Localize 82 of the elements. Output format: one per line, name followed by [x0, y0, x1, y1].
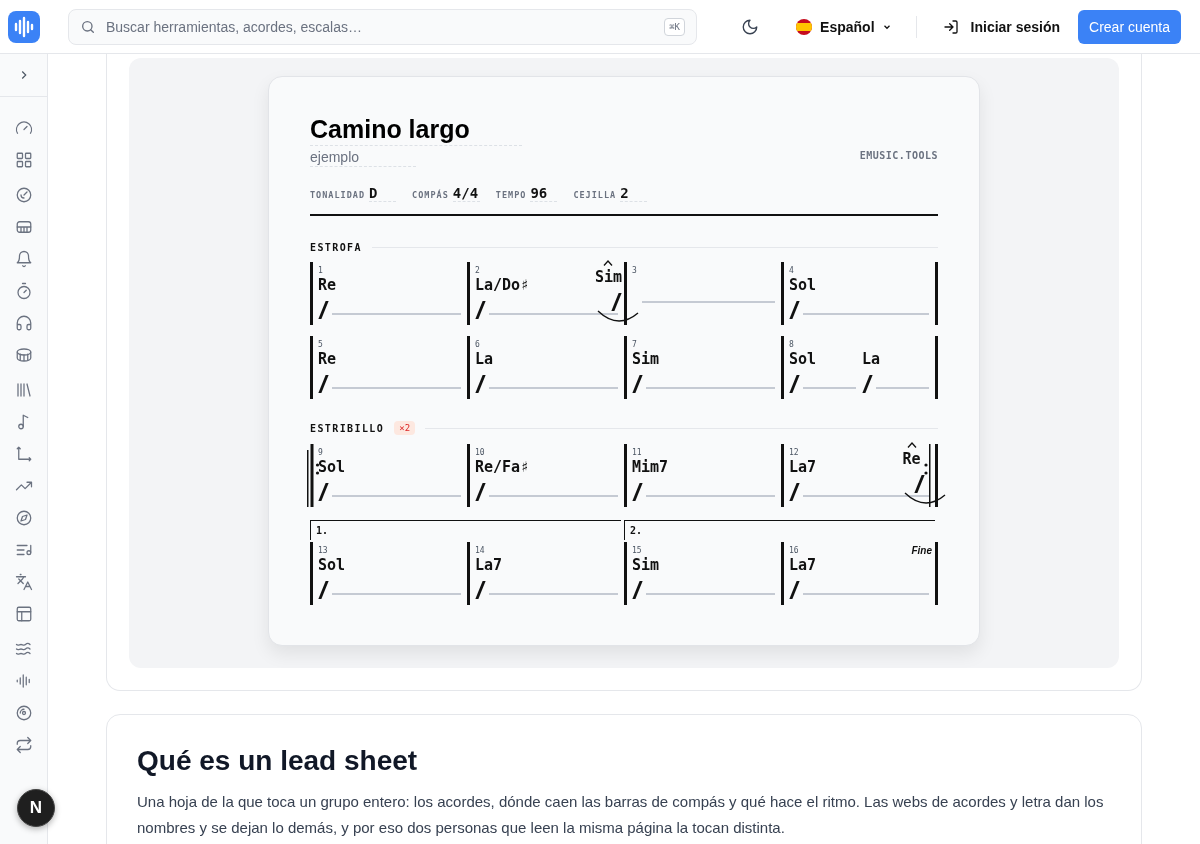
measure-number: 9 — [318, 447, 323, 458]
translate-icon[interactable] — [14, 573, 33, 591]
accent-icon — [603, 260, 614, 266]
chord-name: Sol — [789, 350, 818, 370]
ending-bracket: 2. — [624, 520, 935, 540]
field-value[interactable]: 96 — [530, 185, 558, 202]
waves-icon[interactable] — [14, 640, 33, 658]
login-button[interactable]: Iniciar sesión — [938, 14, 1065, 39]
measure-number: 5 — [318, 339, 323, 350]
measure-number: 4 — [789, 265, 794, 276]
chord-name: Re — [318, 350, 338, 370]
beat-slash — [914, 475, 925, 493]
section-heading: Qué es un lead sheet — [137, 745, 419, 777]
search-icon — [80, 18, 96, 35]
axes-icon[interactable] — [14, 445, 33, 463]
field-value[interactable]: 2 — [620, 185, 648, 202]
repeat-count-badge: ×2 — [394, 421, 416, 435]
chord-name: Mim7 — [632, 458, 670, 478]
paragraph: Una hoja de la que toca un grupo entero: los acordes, dónde caen las barras de compás y qué hace el ritmo. Las webs de acordes y letra dan los nombres y se dejan lo demás, y por eso dos personas que leen la misma página la tocan distinta. — [137, 792, 1105, 838]
chord-name: Re/Fa♯ — [475, 458, 531, 478]
measure-number: 16 — [789, 545, 799, 556]
field-label: TEMPO — [495, 190, 527, 200]
bell-icon[interactable] — [14, 250, 33, 268]
stopwatch-icon[interactable] — [14, 282, 33, 300]
piano-icon[interactable] — [14, 218, 33, 236]
grid-icon[interactable] — [14, 151, 33, 169]
compass-icon[interactable] — [14, 509, 33, 527]
chord-name: Sim — [632, 350, 661, 370]
measure-number: 3 — [632, 265, 637, 276]
logo-icon[interactable] — [8, 10, 40, 43]
section-label: ESTRIBILLO — [310, 422, 385, 434]
field-value[interactable]: D — [369, 185, 397, 202]
measure-number: 10 — [475, 447, 485, 458]
flag-icon — [795, 17, 814, 36]
field-label: TONALIDAD — [310, 190, 366, 200]
brand-text: EMUSIC.TOOLS — [859, 150, 938, 161]
chord-name: Re — [902, 450, 921, 470]
measure-number: 13 — [318, 545, 328, 556]
chord-name: Sim — [632, 556, 661, 576]
chord-name: La — [475, 350, 495, 370]
drum-icon[interactable] — [14, 346, 33, 364]
ending-bracket: 1. — [310, 520, 621, 540]
measure-number: 6 — [475, 339, 480, 350]
gauge-icon[interactable] — [14, 119, 33, 137]
section-label: ESTROFA — [310, 242, 362, 253]
chord-name: Sol — [789, 276, 818, 296]
repeat-start-icon — [307, 444, 321, 507]
chord-name: Sol — [318, 458, 347, 478]
fine-mark: Fine — [911, 545, 932, 556]
repeat-icon[interactable] — [14, 736, 33, 754]
signup-button[interactable]: Crear cuenta — [1078, 9, 1181, 44]
chord-name: La7 — [475, 556, 504, 576]
login-icon — [942, 18, 959, 35]
beat-slash — [611, 293, 622, 311]
field-label: COMPÁS — [412, 190, 449, 200]
measure-number: 8 — [789, 339, 794, 350]
measure-number: 12 — [789, 447, 799, 458]
library-icon[interactable] — [14, 381, 33, 399]
disc-icon[interactable] — [14, 704, 33, 722]
measure-number: 2 — [475, 265, 480, 276]
dial-icon[interactable] — [14, 186, 33, 204]
chord-name: La/Do♯ — [475, 276, 531, 296]
language-selector[interactable]: Español — [791, 13, 896, 40]
chord-name: La7 — [789, 556, 818, 576]
field-label: CEJILLA — [573, 190, 617, 200]
field-value[interactable]: 4/4 — [452, 185, 480, 202]
chord-name: Sol — [318, 556, 347, 576]
accent-icon — [906, 442, 917, 448]
measure-number: 1 — [318, 265, 323, 276]
measure-number: 15 — [632, 545, 642, 556]
chord-name: La — [862, 350, 882, 370]
measure-number: 7 — [632, 339, 637, 350]
sheet-title[interactable]: Camino largo — [310, 115, 522, 146]
moon-icon[interactable] — [741, 17, 760, 36]
table-icon[interactable] — [14, 605, 33, 623]
headphones-icon[interactable] — [14, 314, 33, 332]
measure-number: 14 — [475, 545, 485, 556]
chord-name: Sim — [594, 268, 622, 288]
measure-number: 11 — [632, 447, 642, 458]
audio-wave-icon[interactable] — [14, 672, 33, 690]
chord-name: Re — [318, 276, 338, 296]
sheet-subtitle[interactable]: ejemplo — [310, 149, 416, 167]
